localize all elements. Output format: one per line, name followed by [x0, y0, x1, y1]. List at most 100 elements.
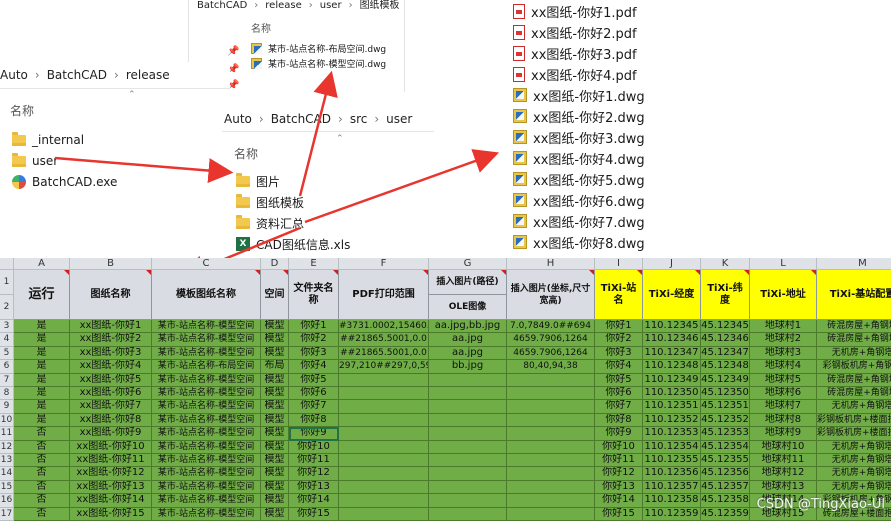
- data-cell[interactable]: 彩钢板机房+楼面拉线塔: [817, 413, 891, 428]
- data-cell[interactable]: 地球村3: [750, 346, 817, 361]
- data-cell[interactable]: 砖混房屋+角钢塔: [817, 333, 891, 347]
- row-header[interactable]: 1: [0, 270, 14, 295]
- data-cell[interactable]: 某市-站点名称-布局空间: [152, 360, 261, 374]
- data-cell[interactable]: [429, 507, 507, 521]
- data-cell[interactable]: 是: [14, 413, 70, 428]
- header-cell[interactable]: 空间: [261, 270, 289, 320]
- row-header[interactable]: 2: [0, 295, 14, 320]
- data-cell[interactable]: 模型: [261, 413, 289, 428]
- data-cell[interactable]: 你好15: [289, 507, 339, 521]
- data-cell[interactable]: [339, 480, 429, 495]
- column-header-c[interactable]: C: [152, 258, 261, 270]
- data-cell[interactable]: 110.12356: [643, 467, 701, 481]
- data-cell[interactable]: 模型: [261, 440, 289, 454]
- data-cell[interactable]: 模型: [261, 494, 289, 508]
- data-cell[interactable]: 无机房+角钢塔: [817, 440, 891, 454]
- data-cell[interactable]: 45.12348: [701, 360, 750, 374]
- data-cell[interactable]: 地球村12: [750, 467, 817, 481]
- data-cell[interactable]: 80,40,94,38: [507, 360, 595, 374]
- data-cell[interactable]: 某市-站点名称-模型空间: [152, 494, 261, 508]
- data-cell[interactable]: 某市-站点名称-模型空间: [152, 427, 261, 441]
- data-cell[interactable]: 110.12353: [643, 427, 701, 441]
- select-all-corner[interactable]: [0, 258, 14, 270]
- data-cell[interactable]: xx图纸-你好12: [70, 467, 152, 481]
- data-cell[interactable]: 你好14: [595, 494, 643, 508]
- data-cell[interactable]: [507, 494, 595, 508]
- data-cell[interactable]: 砖混房屋+角钢塔: [817, 373, 891, 387]
- data-cell[interactable]: 模型: [261, 507, 289, 521]
- data-cell[interactable]: 砖混房屋+角钢塔: [817, 320, 891, 334]
- header-cell[interactable]: 图纸名称: [70, 270, 152, 320]
- data-cell[interactable]: [507, 467, 595, 481]
- data-cell[interactable]: [429, 400, 507, 414]
- data-cell[interactable]: 110.12348: [643, 360, 701, 374]
- data-cell[interactable]: 你好9: [289, 427, 339, 441]
- data-cell[interactable]: xx图纸-你好15: [70, 507, 152, 521]
- data-cell[interactable]: 4659.7906,1264: [507, 333, 595, 347]
- data-cell[interactable]: 110.12358: [643, 494, 701, 508]
- data-cell[interactable]: 你好8: [595, 413, 643, 428]
- data-cell[interactable]: ##21865.5001,0.0: [339, 333, 429, 347]
- column-header-j[interactable]: J: [643, 258, 701, 270]
- data-cell[interactable]: 模型: [261, 467, 289, 481]
- column-header-l[interactable]: L: [750, 258, 817, 270]
- data-cell[interactable]: 45.12359: [701, 507, 750, 521]
- data-cell[interactable]: 某市-站点名称-模型空间: [152, 454, 261, 468]
- data-cell[interactable]: 模型: [261, 387, 289, 401]
- data-cell[interactable]: [507, 413, 595, 428]
- data-cell[interactable]: xx图纸-你好5: [70, 373, 152, 387]
- data-cell[interactable]: 是: [14, 346, 70, 361]
- data-cell[interactable]: xx图纸-你好4: [70, 360, 152, 374]
- header-cell[interactable]: PDF打印范围: [339, 270, 429, 320]
- data-cell[interactable]: 110.12345: [643, 320, 701, 334]
- data-cell[interactable]: 是: [14, 373, 70, 387]
- data-cell[interactable]: 110.12359: [643, 507, 701, 521]
- row-header[interactable]: 15: [0, 480, 14, 495]
- data-cell[interactable]: [339, 440, 429, 454]
- header-cell[interactable]: 模板图纸名称: [152, 270, 261, 320]
- data-cell[interactable]: #3731.0002,15460.: [339, 320, 429, 334]
- data-cell[interactable]: 45.12354: [701, 440, 750, 454]
- data-cell[interactable]: [339, 467, 429, 481]
- data-cell[interactable]: [339, 427, 429, 441]
- data-cell[interactable]: 你好14: [289, 494, 339, 508]
- column-header-b[interactable]: B: [70, 258, 152, 270]
- data-cell[interactable]: 某市-站点名称-模型空间: [152, 333, 261, 347]
- data-cell[interactable]: 110.12346: [643, 333, 701, 347]
- data-cell[interactable]: 110.12354: [643, 440, 701, 454]
- row-header[interactable]: 17: [0, 507, 14, 521]
- data-cell[interactable]: [339, 387, 429, 401]
- data-cell[interactable]: 你好3: [595, 346, 643, 361]
- data-cell[interactable]: aa.jpg,bb.jpg: [429, 320, 507, 334]
- data-cell[interactable]: 某市-站点名称-模型空间: [152, 346, 261, 361]
- data-cell[interactable]: [429, 440, 507, 454]
- row-header[interactable]: 13: [0, 454, 14, 468]
- data-cell[interactable]: 布局: [261, 360, 289, 374]
- data-cell[interactable]: 无机房+角钢塔: [817, 400, 891, 414]
- data-cell[interactable]: 你好5: [289, 373, 339, 387]
- data-cell[interactable]: 某市-站点名称-模型空间: [152, 320, 261, 334]
- data-cell[interactable]: 模型: [261, 400, 289, 414]
- data-cell[interactable]: aa.jpg: [429, 333, 507, 347]
- data-cell[interactable]: 彩钢板机房+楼面拉线塔: [817, 427, 891, 441]
- data-cell[interactable]: 某市-站点名称-模型空间: [152, 480, 261, 495]
- data-cell[interactable]: xx图纸-你好8: [70, 413, 152, 428]
- data-cell[interactable]: 你好5: [595, 373, 643, 387]
- data-cell[interactable]: [507, 480, 595, 495]
- row-header[interactable]: 3: [0, 320, 14, 334]
- data-cell[interactable]: 模型: [261, 480, 289, 495]
- data-cell[interactable]: 是: [14, 333, 70, 347]
- data-cell[interactable]: 模型: [261, 333, 289, 347]
- data-cell[interactable]: 45.12356: [701, 467, 750, 481]
- data-cell[interactable]: 7.0,7849.0##694: [507, 320, 595, 334]
- data-cell[interactable]: 297,210##297,0,59: [339, 360, 429, 374]
- data-cell[interactable]: 否: [14, 507, 70, 521]
- data-cell[interactable]: xx图纸-你好1: [70, 320, 152, 334]
- data-cell[interactable]: 模型: [261, 373, 289, 387]
- data-cell[interactable]: 你好1: [289, 320, 339, 334]
- data-cell[interactable]: [507, 440, 595, 454]
- header-cell[interactable]: TiXi-纬度: [701, 270, 750, 320]
- data-cell[interactable]: 45.12358: [701, 494, 750, 508]
- data-cell[interactable]: 某市-站点名称-模型空间: [152, 507, 261, 521]
- data-cell[interactable]: 110.12350: [643, 387, 701, 401]
